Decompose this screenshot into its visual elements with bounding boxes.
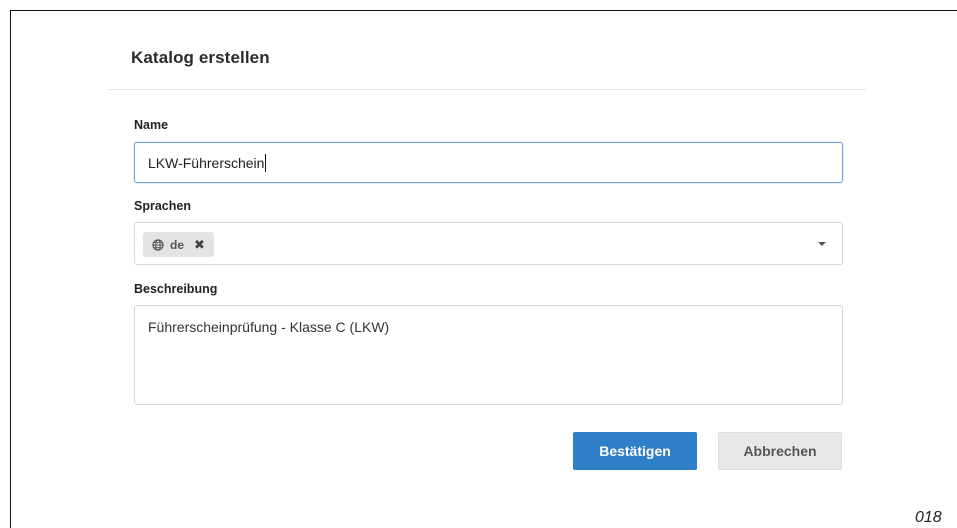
dialog-title: Katalog erstellen (131, 48, 270, 67)
page-number: 018 (915, 509, 942, 526)
languages-select[interactable]: de ✖ (134, 222, 843, 265)
description-textarea[interactable]: Führerscheinprüfung - Klasse C (LKW) (134, 305, 843, 405)
language-tag-label: de (170, 237, 185, 252)
description-label: Beschreibung (134, 282, 218, 296)
chevron-down-icon[interactable] (818, 242, 826, 246)
cancel-button[interactable]: Abbrechen (718, 432, 842, 470)
name-input[interactable]: LKW-Führerschein (134, 142, 843, 183)
text-caret (265, 153, 267, 172)
language-tag-de: de ✖ (143, 232, 214, 257)
name-input-value: LKW-Führerschein (148, 154, 265, 171)
name-label: Name (134, 118, 169, 132)
title-divider (108, 89, 866, 90)
close-icon[interactable]: ✖ (194, 238, 205, 251)
languages-label: Sprachen (134, 199, 191, 213)
confirm-button[interactable]: Bestätigen (573, 432, 697, 470)
globe-icon (152, 238, 164, 251)
